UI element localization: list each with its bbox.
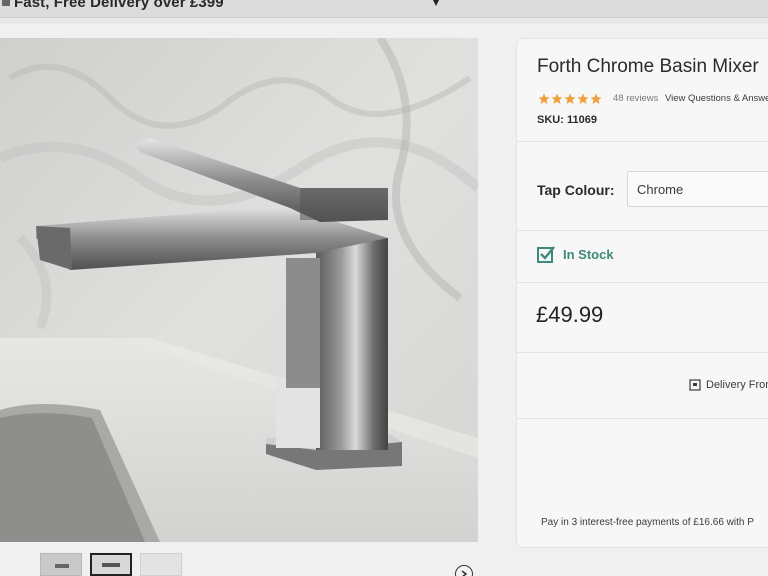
delivery-text[interactable]: Delivery From [706, 379, 768, 391]
stock-status: In Stock [563, 247, 614, 262]
divider [516, 141, 768, 142]
thumbnail-2[interactable] [90, 553, 132, 576]
star-icon [538, 93, 550, 104]
product-title: Forth Chrome Basin Mixer [537, 56, 759, 77]
rating-stars[interactable] [538, 93, 602, 105]
questions-link[interactable]: View Questions & Answers [665, 93, 768, 104]
star-icon [577, 93, 589, 104]
sku: SKU: 11069 [537, 114, 597, 126]
star-icon [551, 93, 563, 104]
star-icon [590, 93, 602, 104]
sku-label: SKU: [537, 114, 564, 126]
divider [516, 282, 768, 283]
product-price: £49.99 [536, 302, 604, 327]
pay-later-text: Pay in 3 interest-free payments of £16.6… [541, 517, 754, 528]
thumbnail-3[interactable] [140, 553, 182, 576]
divider [516, 352, 768, 353]
star-icon [564, 93, 576, 104]
truck-icon [2, 0, 10, 6]
divider [516, 230, 768, 231]
tap-colour-select[interactable]: Chrome [627, 171, 768, 207]
promo-text: Fast, Free Delivery over £399 [14, 0, 224, 11]
chevron-right-icon[interactable] [455, 565, 473, 576]
tap-photo [0, 38, 478, 542]
tap-colour-label: Tap Colour: [537, 182, 615, 198]
tap-colour-value: Chrome [637, 182, 684, 197]
thumbnail-1[interactable] [40, 553, 82, 576]
checkbox-icon [537, 246, 555, 263]
sku-value: 11069 [566, 114, 597, 126]
delivery-icon [689, 379, 701, 391]
promo-bar: Fast, Free Delivery over £399 [0, 0, 768, 18]
product-image[interactable] [0, 38, 478, 542]
pay-later-label: Pay in 3 interest-free payments of £16.6… [541, 517, 754, 528]
heart-icon[interactable] [428, 0, 444, 8]
reviews-link[interactable]: 48 reviews [613, 93, 658, 104]
divider [516, 418, 768, 419]
